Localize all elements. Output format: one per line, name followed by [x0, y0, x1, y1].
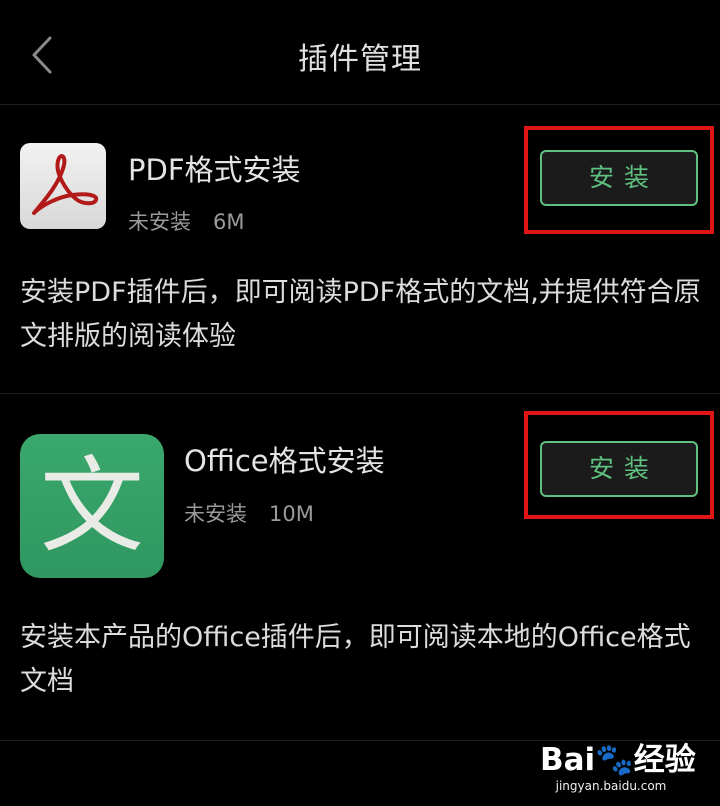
plugin-name: Office格式安装	[184, 444, 385, 478]
file-size: 6M	[213, 210, 245, 234]
watermark-url: jingyan.baidu.com	[555, 779, 667, 793]
install-button[interactable]: 安装	[540, 441, 698, 497]
file-size: 10M	[269, 502, 314, 526]
plugin-name: PDF格式安装	[128, 153, 301, 187]
plugin-item-office: 文 Office格式安装 未安装 10M 安装 安装本产品的Office插件后，即…	[0, 394, 720, 741]
install-status: 未安装	[128, 210, 191, 234]
plugin-description: 安装本产品的Office插件后，即可阅读本地的Office格式文档	[20, 622, 691, 697]
baidu-jingyan-watermark: Bai🐾经验 jingyan.baidu.com	[540, 742, 696, 806]
pdf-acrobat-icon	[20, 143, 106, 229]
office-wen-icon: 文	[20, 434, 164, 578]
plugin-item-pdf: PDF格式安装 未安装 6M 安装 安装PDF插件后，即可阅读PDF格式的文档,并…	[0, 105, 720, 394]
install-status: 未安装	[184, 502, 247, 526]
office-icon-glyph: 文	[39, 445, 144, 567]
watermark-logo: Bai🐾经验	[540, 742, 696, 778]
install-button[interactable]: 安装	[540, 150, 698, 206]
header-bar: 插件管理	[0, 0, 720, 105]
plugin-meta: 未安装 6M	[128, 206, 244, 236]
plugin-meta: 未安装 10M	[184, 498, 314, 528]
plugin-description: 安装PDF插件后，即可阅读PDF格式的文档,并提供符合原文排版的阅读体验	[20, 277, 701, 352]
page-title: 插件管理	[298, 42, 422, 77]
